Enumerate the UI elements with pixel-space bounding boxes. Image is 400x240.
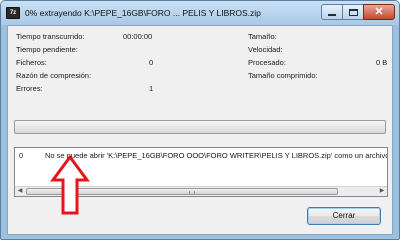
compression-ratio-label: Razón de compresión: <box>16 71 92 80</box>
close-button[interactable]: Cerrar <box>307 207 381 225</box>
size-label: Tamaño: <box>248 32 277 41</box>
title-bar[interactable]: 7z 0% extrayendo K:\PEPE_16GB\FORO ... P… <box>1 1 399 25</box>
elapsed-time-value: 00:00:00 <box>123 32 153 41</box>
processed-value: 0 B <box>376 58 388 67</box>
errors-value: 1 <box>149 84 154 93</box>
compressed-size-label: Tamaño comprimido: <box>248 71 318 80</box>
elapsed-time-label: Tiempo transcurrido: <box>16 32 85 41</box>
maximize-icon <box>348 8 358 16</box>
log-entry-index: 0 <box>19 151 24 160</box>
errors-label: Errores: <box>16 84 43 93</box>
close-icon: ✕ <box>374 6 384 18</box>
window-title: 0% extrayendo K:\PEPE_16GB\FORO ... PELI… <box>25 8 261 18</box>
remaining-time-label: Tiempo pendiente: <box>16 45 78 54</box>
maximize-button[interactable] <box>342 4 364 20</box>
progress-bar <box>14 120 386 134</box>
scroll-right-icon[interactable]: ▶ <box>377 187 387 196</box>
files-value: 0 <box>149 58 154 67</box>
files-label: Ficheros: <box>16 58 47 67</box>
red-arrow-annotation-icon <box>50 154 90 215</box>
processed-label: Procesado: <box>248 58 286 67</box>
scrollbar-grip-icon <box>189 191 195 194</box>
speed-label: Velocidad: <box>248 45 283 54</box>
minimize-button[interactable] <box>321 4 343 20</box>
minimize-icon <box>328 13 336 16</box>
log-entry-message: No se puede abrir 'K:\PEPE_16GB\FORO OOO… <box>45 151 388 160</box>
7zip-app-icon: 7z <box>6 7 20 19</box>
window-close-button[interactable]: ✕ <box>363 4 395 20</box>
scroll-left-icon[interactable]: ◀ <box>15 187 25 196</box>
